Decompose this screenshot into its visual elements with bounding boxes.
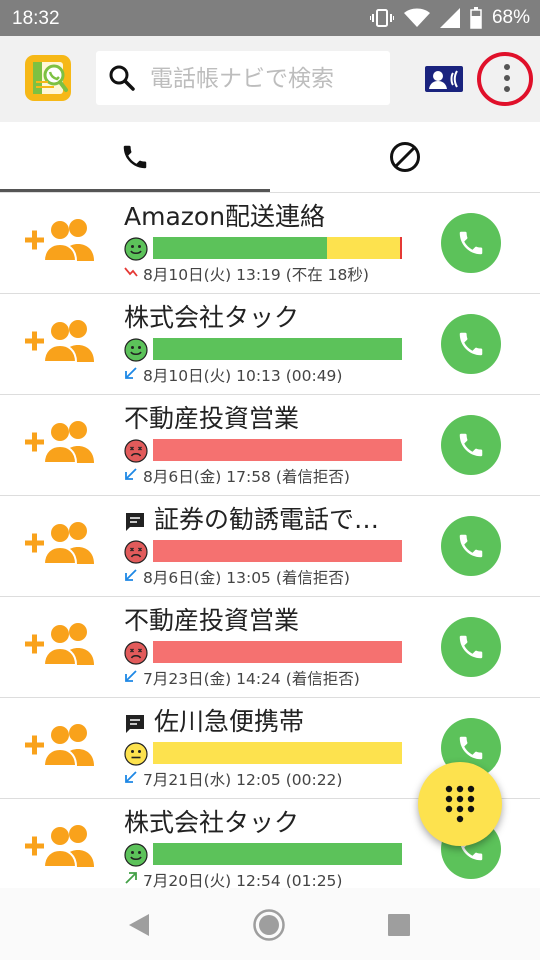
system-nav-bar: [0, 888, 540, 960]
comment-icon: [126, 715, 144, 733]
rating-neutral-icon: [124, 742, 148, 766]
rating-good-icon: [124, 237, 148, 261]
nav-recents-button[interactable]: [382, 908, 416, 942]
missed-call-icon: [124, 267, 138, 277]
rating-bar: [153, 843, 402, 865]
call-meta: 8月6日(金) 17:58 (着信拒否): [143, 468, 350, 486]
phone-icon: [459, 736, 483, 760]
call-button[interactable]: [441, 516, 501, 576]
call-row[interactable]: 証券の勧誘電話で… 8月6日(金) 13:05 (着信拒否): [0, 496, 540, 597]
call-button[interactable]: [441, 617, 501, 677]
add-contact-icon[interactable]: [22, 621, 100, 667]
status-bar: 18:32 68%: [0, 0, 540, 36]
call-row[interactable]: 不動産投資営業 7月23日(金) 14:24 (着信拒否): [0, 597, 540, 698]
call-meta: 7月23日(金) 14:24 (着信拒否): [143, 670, 360, 688]
dialpad-icon: [445, 785, 475, 823]
rating-segment: [153, 237, 328, 259]
rating-bad-icon: [124, 540, 148, 564]
phone-icon: [459, 332, 483, 356]
more-options-icon[interactable]: [476, 50, 534, 108]
vibrate-icon: [369, 9, 394, 27]
incoming-call-icon: [125, 367, 137, 379]
add-contact-icon[interactable]: [22, 318, 100, 364]
add-contact-icon[interactable]: [22, 823, 100, 869]
rating-good-icon: [124, 843, 148, 867]
rating-bar: [153, 439, 402, 461]
incoming-call-icon: [125, 771, 137, 783]
caller-name: 不動産投資営業: [124, 404, 300, 433]
outgoing-call-icon: [125, 872, 137, 884]
incoming-call-icon: [125, 468, 137, 480]
rating-segment: [153, 742, 402, 764]
caller-name: 不動産投資営業: [124, 606, 300, 635]
back-icon: [129, 914, 149, 936]
rating-bar: [153, 641, 402, 663]
rating-segment: [153, 439, 402, 461]
tab-bar: [0, 122, 540, 192]
add-contact-icon[interactable]: [22, 217, 100, 263]
rating-bar: [153, 338, 402, 360]
call-meta: 7月21日(水) 12:05 (00:22): [143, 771, 343, 789]
rating-segment: [399, 237, 402, 259]
battery-percent: 68%: [491, 7, 530, 28]
call-button[interactable]: [441, 415, 501, 475]
status-time: 18:32: [12, 8, 60, 29]
home-icon: [253, 909, 285, 941]
phone-icon: [459, 635, 483, 659]
phone-icon: [459, 534, 483, 558]
caller-name: Amazon配送連絡: [124, 202, 326, 231]
call-row[interactable]: Amazon配送連絡 8月10日(火) 13:19 (不在 18秒): [0, 193, 540, 294]
caller-name: 株式会社タック: [124, 808, 300, 837]
incoming-call-icon: [125, 569, 137, 581]
call-button[interactable]: [441, 314, 501, 374]
caller-name: 証券の勧誘電話で…: [154, 505, 380, 534]
signal-icon: [439, 8, 460, 28]
call-meta: 8月10日(火) 10:13 (00:49): [143, 367, 343, 385]
contacts-icon[interactable]: [424, 64, 464, 94]
phone-icon: [459, 433, 483, 457]
block-icon: [390, 142, 420, 172]
call-meta: 7月20日(火) 12:54 (01:25): [143, 872, 343, 889]
rating-segment: [153, 338, 402, 360]
rating-bar: [153, 540, 402, 562]
caller-name: 佐川急便携帯: [154, 707, 305, 736]
search-box[interactable]: [96, 51, 390, 105]
call-row[interactable]: 株式会社タック 8月10日(火) 10:13 (00:49): [0, 294, 540, 395]
phone-icon: [123, 145, 147, 169]
rating-bad-icon: [124, 641, 148, 665]
recents-icon: [388, 914, 410, 936]
wifi-icon: [403, 8, 430, 27]
add-contact-icon[interactable]: [22, 722, 100, 768]
rating-bar: [153, 742, 402, 764]
rating-segment: [153, 540, 402, 562]
battery-icon: [470, 7, 482, 29]
call-button[interactable]: [441, 213, 501, 273]
rating-bar: [153, 237, 402, 259]
app-bar: [0, 36, 540, 122]
call-meta: 8月10日(火) 13:19 (不在 18秒): [143, 266, 369, 284]
dialpad-button[interactable]: [418, 762, 502, 846]
search-input[interactable]: [148, 59, 387, 99]
call-row[interactable]: 不動産投資営業 8月6日(金) 17:58 (着信拒否): [0, 395, 540, 496]
search-icon: [109, 65, 135, 91]
caller-name: 株式会社タック: [124, 303, 300, 332]
rating-segment: [153, 641, 402, 663]
rating-bad-icon: [124, 439, 148, 463]
rating-segment: [153, 843, 402, 865]
nav-back-button[interactable]: [122, 908, 156, 942]
rating-good-icon: [124, 338, 148, 362]
app-logo-icon[interactable]: [24, 54, 72, 102]
tab-call-history[interactable]: [0, 122, 270, 192]
nav-home-button[interactable]: [252, 908, 286, 942]
rating-segment: [327, 237, 400, 259]
comment-icon: [126, 513, 144, 531]
add-contact-icon[interactable]: [22, 419, 100, 465]
incoming-call-icon: [125, 670, 137, 682]
tab-blocked[interactable]: [270, 122, 540, 192]
status-icons: 68%: [369, 7, 530, 29]
call-meta: 8月6日(金) 13:05 (着信拒否): [143, 569, 350, 587]
add-contact-icon[interactable]: [22, 520, 100, 566]
phone-icon: [459, 231, 483, 255]
